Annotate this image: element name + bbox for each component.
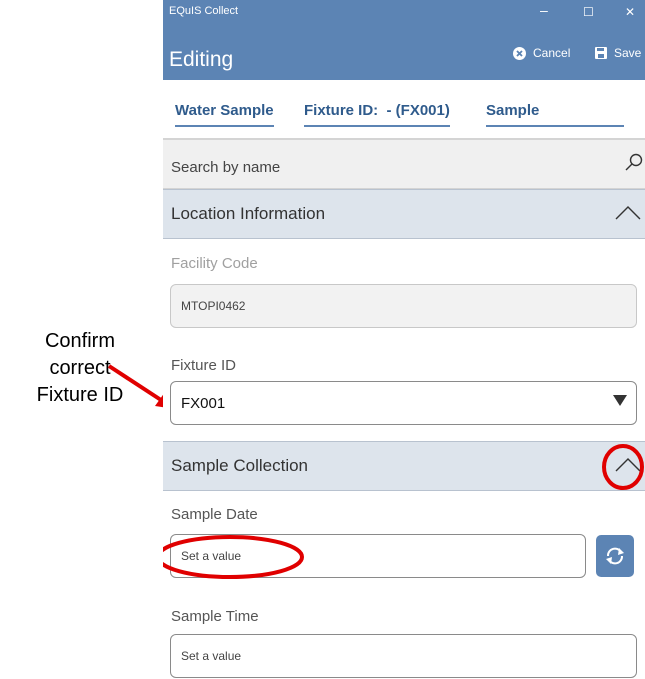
minimize-button[interactable]: – — [540, 2, 548, 18]
page-title: Editing — [169, 48, 234, 71]
chevron-up-icon[interactable] — [615, 204, 641, 220]
edit-bar: Editing Cancel Save — [163, 24, 645, 80]
sample-time-field[interactable]: Set a value — [170, 634, 637, 678]
maximize-button[interactable]: ☐ — [583, 5, 594, 19]
fixture-id-select[interactable]: FX001 — [170, 381, 637, 425]
app-window: EQuIS Collect – ☐ ✕ Editing Cancel Save … — [163, 0, 645, 679]
fixture-id-value: FX001 — [181, 395, 226, 412]
search-icon[interactable] — [625, 153, 643, 171]
refresh-icon — [606, 547, 624, 565]
sample-time-placeholder: Set a value — [181, 649, 242, 663]
cancel-icon — [513, 46, 526, 60]
annotation-ellipse-date — [163, 535, 304, 579]
facility-code-field: MTOPI0462 — [170, 284, 637, 328]
tab-sample[interactable]: Sample — [486, 102, 624, 127]
annotation-line-1: Confirm — [44, 330, 115, 352]
facility-code-label: Facility Code — [171, 255, 258, 272]
breadcrumb-tabs: Water Sample Fixture ID: - (FX001) Sampl… — [163, 80, 645, 138]
fixture-id-label: Fixture ID — [171, 357, 237, 374]
cancel-label: Cancel — [533, 46, 571, 60]
close-button[interactable]: ✕ — [625, 5, 635, 19]
title-bar: EQuIS Collect – ☐ ✕ — [163, 0, 645, 24]
sample-date-label: Sample Date — [171, 506, 258, 523]
annotation-circle-chevron — [602, 444, 644, 490]
search-bar[interactable]: Search by name — [163, 138, 645, 190]
save-label: Save — [614, 46, 642, 60]
dropdown-arrow-icon[interactable] — [613, 395, 627, 407]
save-button[interactable]: Save — [595, 46, 641, 60]
cancel-button[interactable]: Cancel — [513, 46, 570, 60]
save-icon — [595, 47, 607, 59]
facility-code-value: MTOPI0462 — [181, 299, 246, 313]
tab-water-sample[interactable]: Water Sample — [175, 102, 274, 127]
window-title: EQuIS Collect — [169, 5, 239, 17]
section-sample-collection[interactable]: Sample Collection — [163, 441, 645, 491]
refresh-button[interactable] — [596, 535, 634, 577]
section-location-information[interactable]: Location Information — [163, 189, 645, 239]
sample-time-label: Sample Time — [171, 608, 259, 625]
section-title: Sample Collection — [171, 456, 309, 475]
tab-fixture-id[interactable]: Fixture ID: - (FX001) — [304, 102, 450, 127]
section-title: Location Information — [171, 204, 326, 223]
search-input[interactable]: Search by name — [171, 159, 280, 176]
